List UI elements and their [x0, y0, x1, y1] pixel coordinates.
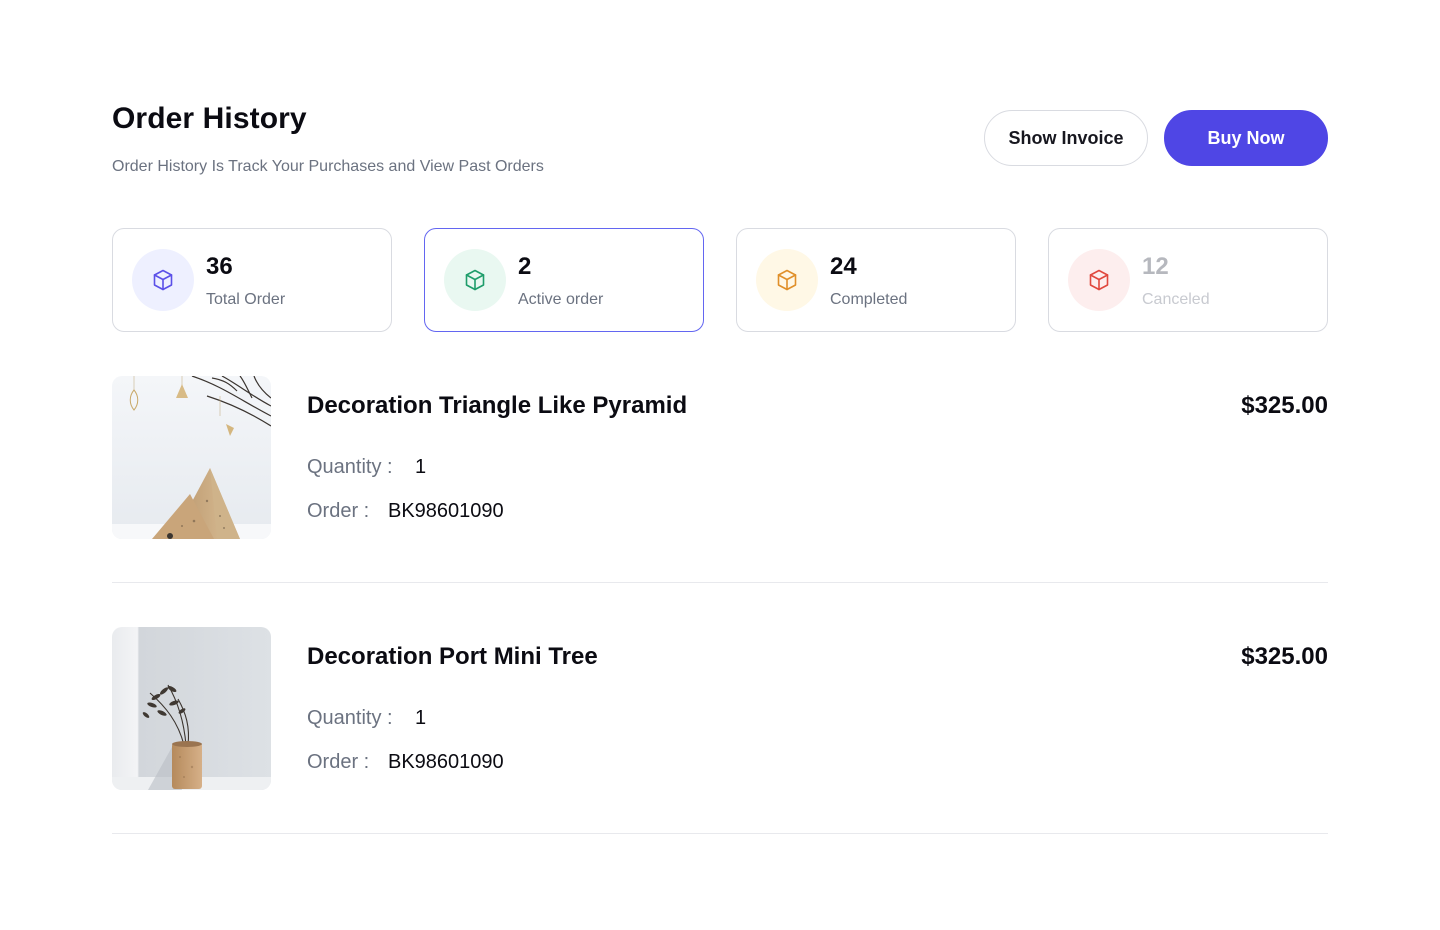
- box-icon: [132, 249, 194, 311]
- show-invoice-button[interactable]: Show Invoice: [984, 110, 1148, 166]
- stat-card-completed[interactable]: 24 Completed: [736, 228, 1016, 332]
- product-name[interactable]: Decoration Port Mini Tree: [307, 643, 598, 671]
- stat-label: Total Order: [206, 291, 286, 308]
- order-item[interactable]: Decoration Port Mini Tree $325.00 Quanti…: [112, 627, 1328, 834]
- stat-value: 2: [518, 253, 532, 280]
- order-id-label: Order :: [307, 500, 370, 522]
- stat-value: 24: [830, 253, 857, 280]
- stat-card-active-order[interactable]: 2 Active order: [424, 228, 704, 332]
- box-icon: [444, 249, 506, 311]
- stat-card-total-order[interactable]: 36 Total Order: [112, 228, 392, 332]
- page-header: Order History Order History Is Track You…: [112, 100, 1328, 180]
- order-id-value: BK98601090: [388, 500, 504, 522]
- quantity-value: 1: [415, 707, 427, 729]
- product-price: $325.00: [1241, 392, 1328, 419]
- stat-label: Completed: [830, 291, 908, 308]
- stat-card-canceled[interactable]: 12 Canceled: [1048, 228, 1328, 332]
- stat-label: Active order: [518, 291, 604, 308]
- box-icon: [756, 249, 818, 311]
- order-history-page: Order History Order History Is Track You…: [0, 0, 1440, 930]
- product-name[interactable]: Decoration Triangle Like Pyramid: [307, 392, 687, 420]
- product-price: $325.00: [1241, 643, 1328, 670]
- stat-value: 36: [206, 253, 233, 280]
- stat-label: Canceled: [1142, 291, 1210, 308]
- page-title: Order History: [112, 102, 307, 135]
- order-id-value: BK98601090: [388, 751, 504, 773]
- quantity-label: Quantity :: [307, 456, 393, 478]
- product-image-pyramid: [112, 376, 271, 539]
- order-item[interactable]: Decoration Triangle Like Pyramid $325.00…: [112, 376, 1328, 583]
- product-image-mini-tree: [112, 627, 271, 790]
- order-id-label: Order :: [307, 751, 370, 773]
- buy-now-button[interactable]: Buy Now: [1164, 110, 1328, 166]
- quantity-label: Quantity :: [307, 707, 393, 729]
- quantity-value: 1: [415, 456, 427, 478]
- stat-value: 12: [1142, 253, 1169, 280]
- box-icon: [1068, 249, 1130, 311]
- page-subtitle: Order History Is Track Your Purchases an…: [112, 158, 544, 175]
- order-stats: 36 Total Order 2 Active order 24 Complet…: [112, 228, 1328, 332]
